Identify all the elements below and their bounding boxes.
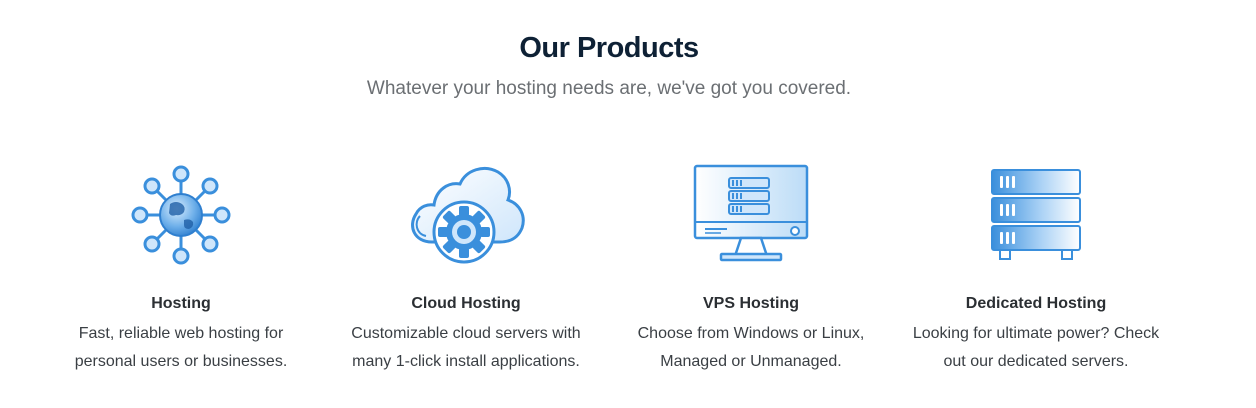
product-title[interactable]: Dedicated Hosting (891, 293, 1181, 315)
product-title[interactable]: Cloud Hosting (321, 293, 611, 315)
product-description-line: Customizable cloud servers with (351, 325, 581, 342)
server-rack-icon (891, 160, 1181, 270)
product-description: Customizable cloud servers with many 1-c… (321, 320, 611, 376)
section-subtitle: Whatever your hosting needs are, we've g… (366, 78, 852, 99)
product-description-line: personal users or businesses. (74, 353, 288, 370)
product-description-line: Fast, reliable web hosting for (78, 325, 284, 342)
product-description-line: Looking for ultimate power? Check (912, 325, 1160, 342)
product-description-line: many 1-click install applications. (352, 353, 580, 370)
product-description: Fast, reliable web hosting for personal … (36, 320, 326, 376)
products-section: Our Products Whatever your hosting needs… (0, 0, 1256, 408)
product-description-line: out our dedicated servers. (943, 353, 1129, 370)
globe-network-icon (36, 160, 326, 270)
product-title[interactable]: VPS Hosting (606, 293, 896, 315)
monitor-server-icon (606, 160, 896, 270)
product-title[interactable]: Hosting (36, 293, 326, 315)
product-description: Looking for ultimate power? Check out ou… (891, 320, 1181, 376)
section-title: Our Products (519, 32, 699, 64)
product-description-line: Choose from Windows or Linux, (637, 325, 865, 342)
product-description: Choose from Windows or Linux, Managed or… (606, 320, 896, 376)
product-description-line: Managed or Unmanaged. (660, 353, 842, 370)
cloud-gear-icon (321, 160, 611, 270)
